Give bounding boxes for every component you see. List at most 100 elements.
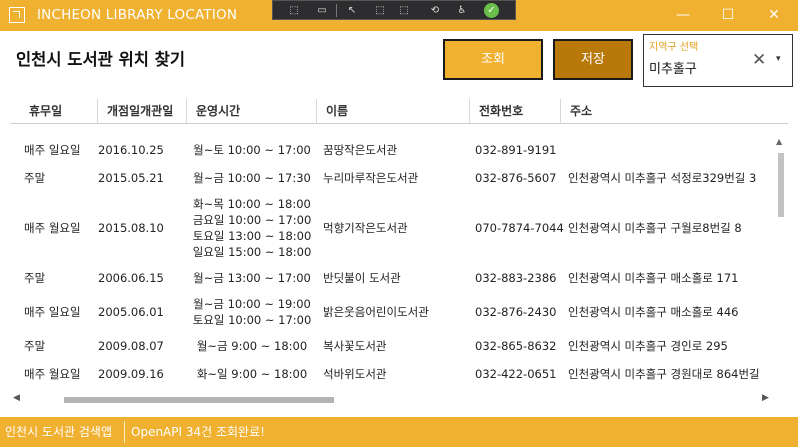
- district-combobox[interactable]: 지역구 선택 미추홀구 ✕ ▾: [643, 34, 793, 87]
- scroll-up-icon[interactable]: ▲: [776, 137, 782, 146]
- cell-closed: 매주 월요일: [24, 221, 81, 235]
- status-bar: 인천시 도서관 검색앱 OpenAPI 34건 조회완료!: [0, 417, 798, 447]
- hours-line: 화~목 10:00 ~ 18:00: [193, 197, 311, 211]
- cell-name: 석바위도서관: [323, 367, 387, 381]
- display-layout-icon[interactable]: ▭: [315, 4, 329, 17]
- cell-opened: 2016.10.25: [98, 143, 164, 157]
- cell-name: 꿈땅작은도서관: [323, 143, 398, 157]
- cell-hours: 화~일 9:00 ~ 18:00: [187, 362, 317, 386]
- cell-name: 먹향기작은도서관: [323, 221, 408, 235]
- column-header-name[interactable]: 이름: [317, 99, 470, 123]
- close-button[interactable]: ✕: [766, 6, 782, 24]
- cell-closed: 주말: [24, 339, 46, 353]
- hours-line: 금요일 10:00 ~ 17:00: [192, 213, 312, 227]
- header-divider: [10, 123, 788, 124]
- grid-header: 휴무일 개점일개관일 운영시간 이름 전화번호 주소: [10, 99, 788, 123]
- title-bar: INCHEON LIBRARY LOCATION ⬚ ▭ ↖ ⬚ ⬚ ⟲ ♿ ✓…: [0, 0, 798, 31]
- hours-line: 토요일 13:00 ~ 18:00: [192, 229, 312, 243]
- table-row[interactable]: 주말 2009.08.07 월~금 9:00 ~ 18:00 복사꽃도서관 032-86…: [10, 334, 773, 358]
- column-header-closed[interactable]: 휴무일: [20, 99, 98, 123]
- column-header-opened[interactable]: 개점일개관일: [98, 99, 187, 123]
- cell-closed: 매주 월요일: [24, 390, 81, 392]
- window-title: INCHEON LIBRARY LOCATION: [37, 7, 238, 23]
- library-grid[interactable]: 매주 일요일 2016.10.25 월~토 10:00 ~ 17:00 꿈땅작은도서관…: [10, 126, 773, 392]
- status-separator: [124, 421, 125, 443]
- table-row[interactable]: 매주 월요일 2010.08.20 화~일 9:00 ~ 18:00 소금꽃도서관 03…: [10, 390, 773, 392]
- cell-closed: 매주 일요일: [24, 305, 81, 319]
- chevron-down-icon[interactable]: ▾: [776, 54, 781, 64]
- minimize-button[interactable]: —: [675, 6, 691, 24]
- cell-phone: 032-865-8632: [475, 339, 557, 353]
- cell-hours: 화~목 10:00 ~ 18:00 금요일 10:00 ~ 17:00 토요일 13…: [187, 194, 317, 262]
- maximize-button[interactable]: ☐: [720, 6, 736, 24]
- accessibility-icon[interactable]: ♿: [455, 4, 469, 17]
- cell-name: 소금꽃도서관: [323, 390, 386, 392]
- cell-closed: 매주 일요일: [24, 143, 81, 157]
- query-button[interactable]: 조회: [443, 39, 543, 80]
- cell-address: 인천광역시 미추홀구 구월로8번길 8: [568, 221, 742, 235]
- check-icon[interactable]: ✓: [484, 3, 499, 18]
- hours-line: 월~토 10:00 ~ 17:00: [193, 143, 311, 157]
- district-combo-value[interactable]: 미추홀구: [649, 58, 697, 77]
- column-header-address[interactable]: 주소: [561, 99, 788, 123]
- hot-reload-icon[interactable]: ⟲: [428, 4, 442, 17]
- cell-phone: 032-883-2386: [475, 271, 557, 285]
- frame-icon[interactable]: ⬚: [373, 4, 387, 17]
- cell-opened: 2015.08.10: [98, 221, 164, 235]
- cell-address: 인천광역시 미추홀구 매소홀로 446: [568, 305, 739, 319]
- cell-hours: 월~토 10:00 ~ 17:00: [187, 138, 317, 162]
- table-row[interactable]: 매주 일요일 2005.06.01 월~금 10:00 ~ 19:00 토요일 10:…: [10, 294, 773, 330]
- hours-line: 화~일 9:00 ~ 18:00: [196, 367, 308, 381]
- adorner-icon[interactable]: ⬚: [397, 4, 411, 17]
- scroll-right-icon[interactable]: ▶: [762, 393, 769, 403]
- horizontal-scroll-thumb[interactable]: [64, 397, 334, 403]
- column-header-hours[interactable]: 운영시간: [187, 99, 317, 123]
- table-row[interactable]: 주말 2015.05.21 월~금 10:00 ~ 17:30 누리마루작은도서관 03…: [10, 166, 773, 190]
- cell-hours: 월~금 10:00 ~ 19:00 토요일 10:00 ~ 17:00: [187, 294, 317, 330]
- cell-closed: 주말: [24, 171, 46, 185]
- horizontal-scrollbar[interactable]: ◀ ▶: [10, 393, 773, 407]
- cell-phone: 032-872-0731: [475, 390, 556, 392]
- hours-line: 일요일 15:00 ~ 18:00: [192, 245, 312, 259]
- hours-line: 월~금 9:00 ~ 18:00: [196, 339, 308, 353]
- cell-name: 반딧불이 도서관: [323, 271, 401, 285]
- cell-opened: 2006.06.15: [98, 271, 164, 285]
- cell-phone: 032-876-5607: [475, 171, 557, 185]
- table-row[interactable]: 주말 2006.06.15 월~금 13:00 ~ 17:00 반딧불이 도서관 032…: [10, 266, 773, 290]
- cell-address: 인천광역시 미추홀구 매소홀로 171: [568, 271, 739, 285]
- vertical-scrollbar[interactable]: ▲: [775, 137, 787, 391]
- cell-opened: 2015.05.21: [98, 171, 164, 185]
- select-element-icon[interactable]: ⬚: [287, 4, 301, 17]
- cell-phone: 070-7874-7044: [475, 221, 564, 235]
- clear-icon[interactable]: ✕: [752, 50, 766, 70]
- cell-name: 누리마루작은도서관: [323, 171, 419, 185]
- hours-line: 토요일 10:00 ~ 17:00: [192, 313, 312, 327]
- cell-opened: 2010.08.20: [98, 390, 164, 392]
- column-header-phone[interactable]: 전화번호: [470, 99, 561, 123]
- cell-name: 밝은웃음어린이도서관: [323, 305, 429, 319]
- status-message: OpenAPI 34건 조회완료!: [131, 425, 265, 439]
- table-row[interactable]: 매주 일요일 2016.10.25 월~토 10:00 ~ 17:00 꿈땅작은도서관…: [10, 138, 773, 162]
- cell-closed: 매주 월요일: [24, 367, 81, 381]
- cursor-icon[interactable]: ↖: [345, 4, 359, 17]
- district-combo-label: 지역구 선택: [649, 42, 699, 53]
- cell-phone: 032-891-9191: [475, 143, 557, 157]
- hours-line: 월~금 13:00 ~ 17:00: [193, 271, 311, 285]
- app-icon: [9, 7, 25, 23]
- status-app-name: 인천시 도서관 검색앱: [5, 425, 112, 439]
- cell-hours: 월~금 9:00 ~ 18:00: [187, 334, 317, 358]
- cell-hours: 월~금 13:00 ~ 17:00: [187, 266, 317, 290]
- debug-toolbar: ⬚ ▭ ↖ ⬚ ⬚ ⟲ ♿ ✓: [272, 0, 516, 20]
- table-row[interactable]: 매주 월요일 2009.09.16 화~일 9:00 ~ 18:00 석바위도서관 03…: [10, 362, 773, 386]
- cell-address: 인천광역시 미추홀구 경원대로 864번길: [568, 367, 760, 381]
- cell-name: 복사꽃도서관: [323, 339, 387, 353]
- cell-opened: 2009.08.07: [98, 339, 164, 353]
- vertical-scroll-thumb[interactable]: [778, 153, 784, 217]
- cell-closed: 주말: [24, 271, 46, 285]
- table-row[interactable]: 매주 월요일 2015.08.10 화~목 10:00 ~ 18:00 금요일 10:…: [10, 194, 773, 262]
- hours-line: 월~금 10:00 ~ 19:00: [193, 297, 311, 311]
- cell-address: 인천광역시 미추홀구 경인로 295: [568, 339, 728, 353]
- scroll-left-icon[interactable]: ◀: [13, 393, 20, 403]
- cell-hours: 화~일 9:00 ~ 18:00: [187, 390, 317, 392]
- save-button[interactable]: 저장: [553, 39, 633, 80]
